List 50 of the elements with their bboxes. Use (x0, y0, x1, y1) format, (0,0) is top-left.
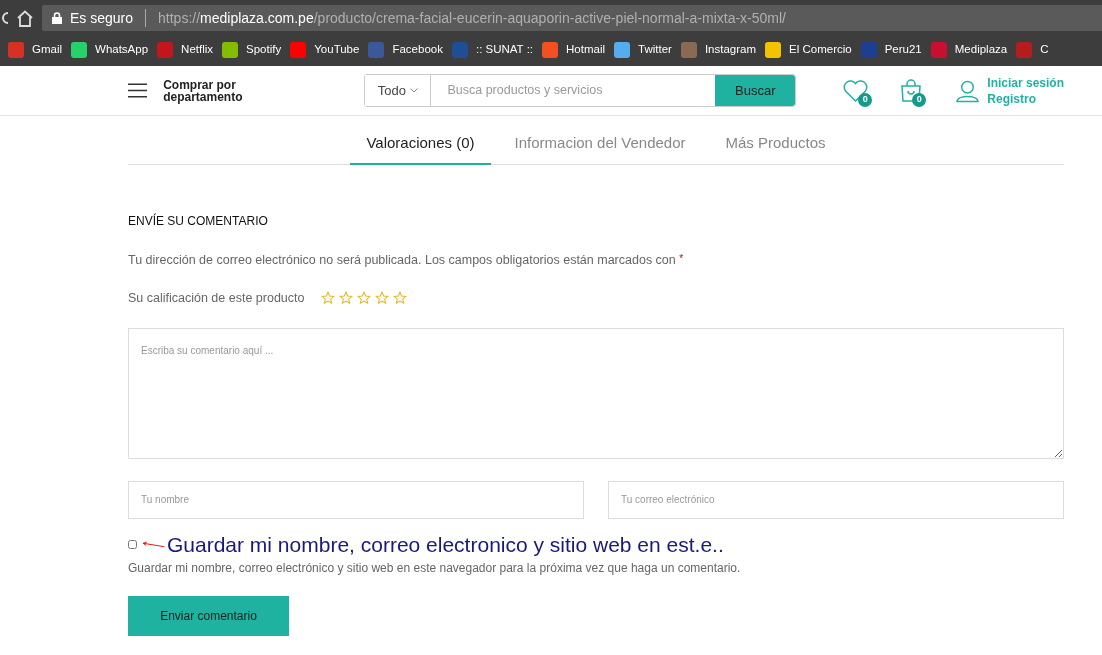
star-icon[interactable] (374, 291, 389, 306)
bookmark-link[interactable]: Facebook (392, 40, 443, 59)
tab[interactable]: Valoraciones (0) (350, 124, 491, 165)
menu-icon[interactable] (128, 83, 148, 98)
star-icon[interactable] (392, 291, 407, 306)
bookmark-link[interactable]: Twitter (638, 40, 672, 59)
tab[interactable]: Más Productos (709, 124, 842, 165)
bookmark-link[interactable]: Peru21 (884, 40, 922, 59)
required-mark: * (679, 253, 684, 264)
rating-label: Su calificación de este producto (128, 289, 305, 307)
reload-icon[interactable] (0, 10, 8, 26)
bookmark-link[interactable]: Netflix (181, 40, 214, 59)
annotation-text: Guardar mi nombre, correo electronico y sitio web en est.e.. (167, 531, 724, 558)
bookmark-link[interactable]: El Comercio (789, 40, 852, 59)
bookmark-link[interactable]: Instagram (704, 40, 757, 59)
department-menu-link[interactable]: Comprar por departamento (163, 78, 269, 103)
annotation-arrow (141, 539, 165, 550)
category-dropdown[interactable]: Todo (365, 75, 432, 106)
bookmark-link[interactable]: :: SUNAT :: (475, 40, 534, 59)
star-icon[interactable] (320, 291, 335, 306)
bookmark-link[interactable]: C (1040, 40, 1049, 59)
bookmark-link[interactable]: YouTube (314, 40, 360, 59)
comment-textarea[interactable]: Escriba su comentario aquí ... (128, 327, 1064, 459)
form-heading: ENVÍE SU COMENTARIO (128, 212, 269, 230)
save-checkbox[interactable] (128, 540, 137, 549)
search-button[interactable]: Buscar (715, 75, 796, 106)
privacy-note: Tu dirección de correo electrónico no será publicada. Los campos obligatorios están marcados con (128, 253, 676, 267)
submit-comment-button[interactable]: Enviar comentario (128, 595, 289, 636)
caret-icon (410, 88, 419, 93)
bookmark-link[interactable]: Spotify (246, 40, 282, 59)
save-info-label: Guardar mi nombre, correo electrónico y sitio web en este navegador para la próxima vez que haga un comentario. (128, 559, 742, 577)
home-icon[interactable] (16, 9, 34, 27)
url-text: https://mediplaza.com.pe/producto/crema-facial-eucerin-aquaporin-active-piel-normal-a-mixta-x-50ml/ (158, 8, 786, 28)
security-label: Es seguro (70, 8, 134, 28)
tab[interactable]: Informacion del Vendedor (498, 124, 702, 165)
bookmark-link[interactable]: Gmail (32, 40, 63, 59)
bookmark-link[interactable]: Mediplaza (954, 40, 1008, 59)
address-bar[interactable]: Es seguro https://mediplaza.com.pe/producto/crema-facial-eucerin-aquaporin-active-piel-normal-a-mixta-x-50ml/ (42, 5, 1102, 31)
star-rating[interactable] (320, 291, 407, 306)
user-icon[interactable] (956, 78, 980, 103)
star-icon[interactable] (356, 291, 371, 306)
cart-count: 0 (912, 92, 927, 107)
bookmark-link[interactable]: Hotmail (566, 40, 605, 59)
search-field[interactable]: Todo Busca productos y servicios Buscar (364, 74, 797, 107)
lock-icon (52, 12, 62, 24)
wishlist-count: 0 (858, 92, 873, 107)
name-input[interactable]: Tu nombre (128, 480, 584, 519)
bookmark-link[interactable]: WhatsApp (95, 40, 149, 59)
email-input[interactable]: Tu correo electrónico (608, 480, 1064, 519)
star-icon[interactable] (338, 291, 353, 306)
